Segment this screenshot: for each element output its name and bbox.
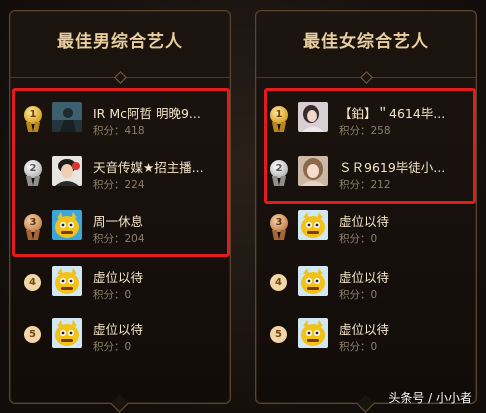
ranking-board: 最佳男综合艺人 1 IR Mc阿哲 明晚9... 积分：418 2 天音传媒★招…	[0, 0, 486, 413]
artist-score: 积分：0	[93, 289, 132, 301]
list-item[interactable]: 3 虚位以待 积分：0	[256, 201, 476, 253]
rank-circle-icon: 4	[270, 274, 287, 291]
medal-ribbon-icon	[273, 230, 285, 240]
rank-circle-icon: 4	[24, 274, 41, 291]
artist-name[interactable]: 虚位以待	[339, 211, 469, 230]
rank-circle-icon: 5	[24, 326, 41, 343]
artist-name[interactable]: 虚位以待	[339, 267, 469, 286]
watermark: 头条号 / 小小者	[388, 391, 472, 405]
highlight-box-male	[12, 88, 230, 257]
chevron-down-icon	[110, 394, 129, 413]
panel-title: 最佳女综合艺人	[303, 32, 429, 52]
list-item[interactable]: 4 虚位以待 积分：0	[256, 257, 476, 309]
artist-score: 积分：0	[93, 341, 132, 353]
chevron-down-icon	[356, 394, 375, 413]
avatar[interactable]	[298, 318, 328, 348]
list-item[interactable]: 5 虚位以待 积分：0	[10, 309, 230, 361]
avatar[interactable]	[52, 266, 82, 296]
artist-score: 积分：0	[339, 233, 378, 245]
artist-name[interactable]: 虚位以待	[93, 319, 223, 338]
artist-name[interactable]: 虚位以待	[339, 319, 469, 338]
artist-score: 积分：0	[339, 289, 378, 301]
best-female-artist-panel: 最佳女综合艺人 1 【鉑】＂4614毕... 积分：258 2 ＳＲ9619毕徒…	[255, 10, 477, 413]
avatar[interactable]	[298, 210, 328, 240]
artist-score: 积分：0	[339, 341, 378, 353]
list-item[interactable]: 5 虚位以待 积分：0	[256, 309, 476, 361]
title-divider	[256, 71, 476, 84]
rank-circle-icon: 5	[270, 326, 287, 343]
list-item[interactable]: 4 虚位以待 积分：0	[10, 257, 230, 309]
avatar[interactable]	[298, 266, 328, 296]
panel-title: 最佳男综合艺人	[57, 32, 183, 52]
artist-name[interactable]: 虚位以待	[93, 267, 223, 286]
title-divider	[10, 71, 230, 84]
avatar[interactable]	[52, 318, 82, 348]
highlight-box-female	[264, 88, 476, 204]
